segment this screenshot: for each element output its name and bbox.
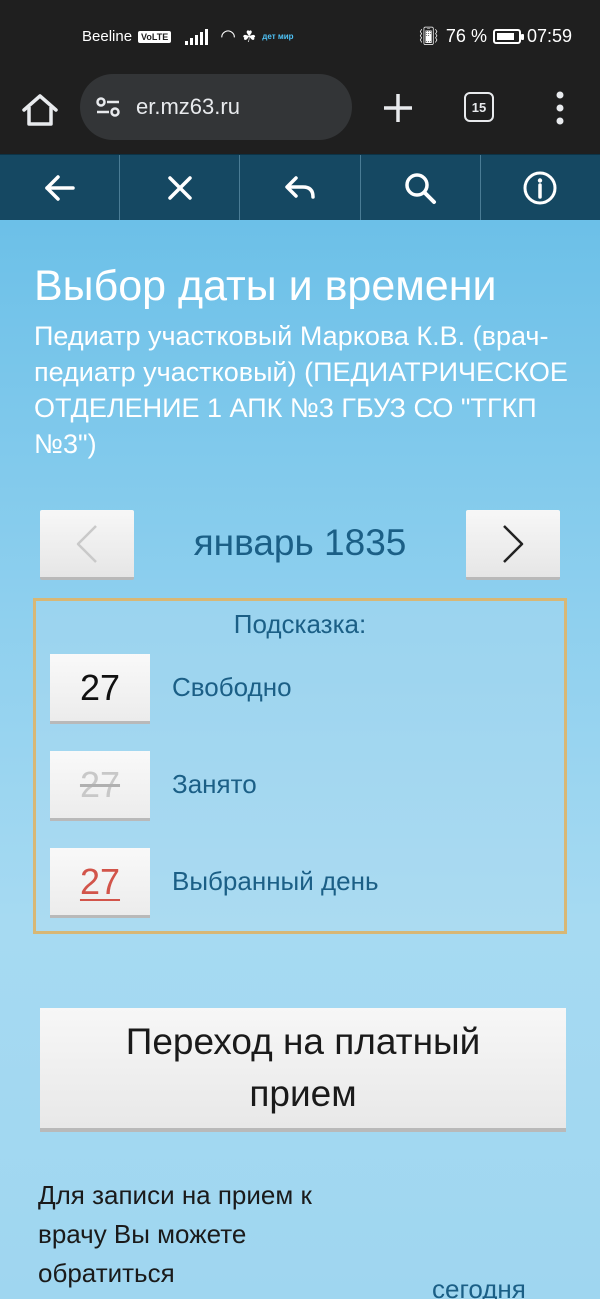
today-link[interactable]: сегодня bbox=[432, 1274, 526, 1299]
chevron-left-icon bbox=[76, 524, 97, 563]
close-button[interactable] bbox=[120, 155, 241, 220]
url-bar[interactable]: er.mz63.ru bbox=[80, 74, 352, 140]
clock: 07:59 bbox=[526, 26, 572, 46]
wifi-icon: ◠ bbox=[220, 26, 236, 46]
day-tile-free: 27 bbox=[50, 654, 150, 724]
month-label: январь 1835 bbox=[193, 522, 407, 563]
app-notification-icon: ☘ bbox=[241, 28, 257, 46]
more-menu-icon[interactable] bbox=[548, 90, 572, 126]
status-right: 📳︎ 76 % 07:59 bbox=[417, 26, 572, 47]
info-button[interactable] bbox=[481, 155, 600, 220]
info-paragraph: Для записи на прием к врачу Вы можете об… bbox=[38, 1180, 312, 1288]
hint-title: Подсказка: bbox=[233, 609, 367, 639]
battery-icon bbox=[492, 29, 524, 44]
undo-button[interactable] bbox=[240, 155, 361, 220]
day-tile-busy: 27 bbox=[50, 751, 150, 821]
page-content: Выбор даты и времени Педиатр участковый … bbox=[0, 220, 600, 1299]
search-icon bbox=[405, 172, 437, 204]
status-bar: Beeline VoLTE ◠ ☘ дет мир 📳︎ 76 % 07:59 bbox=[0, 0, 600, 72]
undo-icon bbox=[285, 175, 315, 199]
back-arrow-icon bbox=[44, 174, 75, 201]
next-month-button[interactable] bbox=[466, 510, 560, 580]
tab-switcher-button[interactable]: 15 bbox=[464, 92, 494, 122]
status-left: Beeline VoLTE ◠ ☘ дет мир bbox=[82, 26, 294, 47]
legend-row-free: 27 Свободно bbox=[50, 654, 550, 726]
legend-row-busy: 27 Занято bbox=[50, 751, 550, 823]
search-button[interactable] bbox=[361, 155, 481, 220]
site-toolbar bbox=[0, 154, 600, 220]
carrier-name: Beeline bbox=[82, 28, 133, 45]
volte-badge: VoLTE bbox=[138, 30, 172, 43]
page-title: Выбор даты и времени bbox=[34, 262, 497, 310]
site-settings-icon[interactable] bbox=[94, 93, 122, 121]
legend-label-busy: Занято bbox=[172, 769, 257, 799]
close-icon bbox=[168, 175, 192, 200]
signal-icon bbox=[185, 28, 209, 45]
home-icon[interactable] bbox=[18, 88, 62, 132]
new-tab-plus-icon[interactable] bbox=[378, 88, 418, 128]
doctor-info: Педиатр участковый Маркова К.В. (врач-пе… bbox=[34, 321, 568, 459]
vibrate-icon: 📳︎ bbox=[417, 26, 440, 46]
legend-hint-box: Подсказка: 27 Свободно 27 Занято 27 Выбр… bbox=[33, 598, 567, 934]
legend-label-free: Свободно bbox=[172, 672, 292, 702]
paid-appointment-button[interactable]: Переход на платный прием bbox=[40, 1008, 566, 1132]
prev-month-button[interactable] bbox=[40, 510, 134, 580]
detmir-icon: дет мир bbox=[262, 31, 294, 41]
legend-row-selected: 27 Выбранный день bbox=[50, 848, 550, 920]
url-text[interactable]: er.mz63.ru bbox=[136, 94, 240, 120]
legend-label-selected: Выбранный день bbox=[172, 866, 379, 896]
battery-percent: 76 % bbox=[445, 26, 487, 46]
month-navigation: январь 1835 bbox=[40, 510, 560, 582]
browser-bar: er.mz63.ru 15 bbox=[0, 72, 600, 154]
chevron-right-icon bbox=[503, 524, 524, 563]
info-icon bbox=[523, 171, 557, 204]
back-button[interactable] bbox=[0, 155, 121, 220]
day-tile-selected: 27 bbox=[50, 848, 150, 918]
